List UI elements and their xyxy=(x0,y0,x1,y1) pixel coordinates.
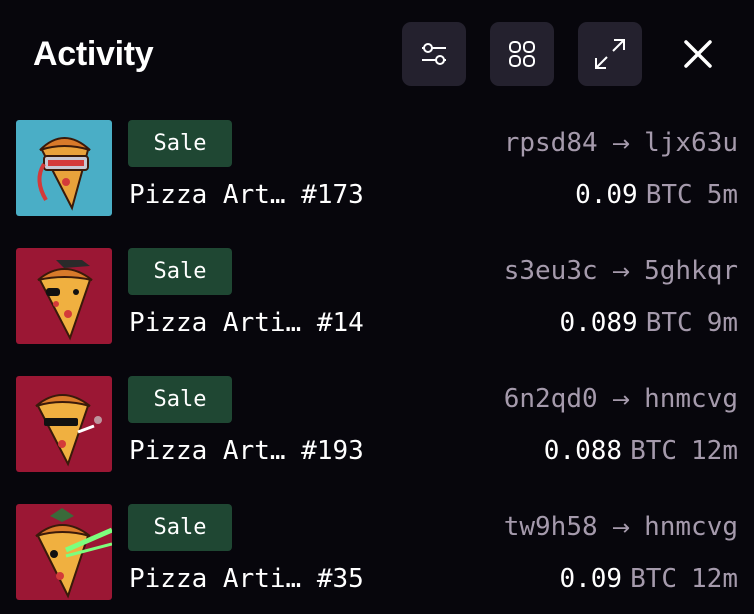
close-button[interactable] xyxy=(670,22,726,86)
time-ago: 5m xyxy=(706,180,738,210)
expand-icon xyxy=(595,39,625,69)
nft-name[interactable]: Pizza Arti… #35 xyxy=(129,562,364,596)
sliders-icon xyxy=(422,43,446,65)
sale-price: 0.09 xyxy=(559,564,623,594)
activity-row[interactable]: Sale Pizza Arti… #14 s3eu3c → 5ghkqr 0.089… xyxy=(0,248,754,358)
grid-view-button[interactable] xyxy=(490,22,554,86)
grid-icon xyxy=(509,41,535,67)
nft-name[interactable]: Pizza Art… #193 xyxy=(129,434,364,468)
time-ago: 12m xyxy=(691,564,738,594)
transfer-info: rpsd84 → ljx63u xyxy=(504,126,738,162)
sale-badge: Sale xyxy=(128,376,232,423)
from-address[interactable]: 6n2qd0 xyxy=(504,384,598,414)
currency-label: BTC xyxy=(645,180,693,210)
to-address[interactable]: hnmcvg xyxy=(644,512,738,542)
transfer-info: tw9h58 → hnmcvg xyxy=(504,510,738,546)
to-address[interactable]: 5ghkqr xyxy=(644,256,738,286)
pizza-nft-image xyxy=(16,248,112,344)
arrow-right-icon: → xyxy=(611,132,631,157)
arrow-right-icon: → xyxy=(611,388,631,413)
time-ago: 12m xyxy=(691,436,738,466)
from-address[interactable]: tw9h58 xyxy=(504,512,598,542)
sale-price: 0.088 xyxy=(543,436,623,466)
activity-row[interactable]: Sale Pizza Arti… #35 tw9h58 → hnmcvg 0.09 B… xyxy=(0,504,754,614)
nft-name[interactable]: Pizza Art… #173 xyxy=(129,178,364,212)
sale-badge: Sale xyxy=(128,120,232,167)
pizza-nft-image xyxy=(16,504,112,600)
activity-row[interactable]: Sale Pizza Art… #193 6n2qd0 → hnmcvg 0.088… xyxy=(0,376,754,486)
to-address[interactable]: hnmcvg xyxy=(644,384,738,414)
price-line: 0.089 BTC 9m xyxy=(559,306,738,340)
price-line: 0.088 BTC 12m xyxy=(544,434,738,468)
sale-price: 0.089 xyxy=(559,308,638,338)
from-address[interactable]: s3eu3c xyxy=(504,256,598,286)
nft-thumbnail[interactable] xyxy=(16,504,112,600)
pizza-nft-image xyxy=(16,376,112,472)
page-title: Activity xyxy=(33,35,154,73)
close-icon xyxy=(684,40,712,68)
nft-thumbnail[interactable] xyxy=(16,248,112,344)
to-address[interactable]: ljx63u xyxy=(644,128,738,158)
currency-label: BTC xyxy=(630,564,678,594)
expand-button[interactable] xyxy=(578,22,642,86)
nft-thumbnail[interactable] xyxy=(16,120,112,216)
transfer-info: s3eu3c → 5ghkqr xyxy=(504,254,738,290)
filter-button[interactable] xyxy=(402,22,466,86)
pizza-nft-image xyxy=(16,120,112,216)
nft-name[interactable]: Pizza Arti… #14 xyxy=(129,306,364,340)
price-line: 0.09 BTC 12m xyxy=(559,562,738,596)
currency-label: BTC xyxy=(630,436,678,466)
from-address[interactable]: rpsd84 xyxy=(504,128,598,158)
activity-row[interactable]: Sale Pizza Art… #173 rpsd84 → ljx63u 0.09 B… xyxy=(0,120,754,230)
nft-thumbnail[interactable] xyxy=(16,376,112,472)
activity-header: Activity xyxy=(0,0,754,108)
arrow-right-icon: → xyxy=(611,260,631,285)
sale-badge: Sale xyxy=(128,504,232,551)
price-line: 0.09 BTC 5m xyxy=(575,178,738,212)
currency-label: BTC xyxy=(645,308,693,338)
time-ago: 9m xyxy=(706,308,738,338)
sale-price: 0.09 xyxy=(575,180,638,210)
sale-badge: Sale xyxy=(128,248,232,295)
transfer-info: 6n2qd0 → hnmcvg xyxy=(504,382,738,418)
arrow-right-icon: → xyxy=(611,516,631,541)
